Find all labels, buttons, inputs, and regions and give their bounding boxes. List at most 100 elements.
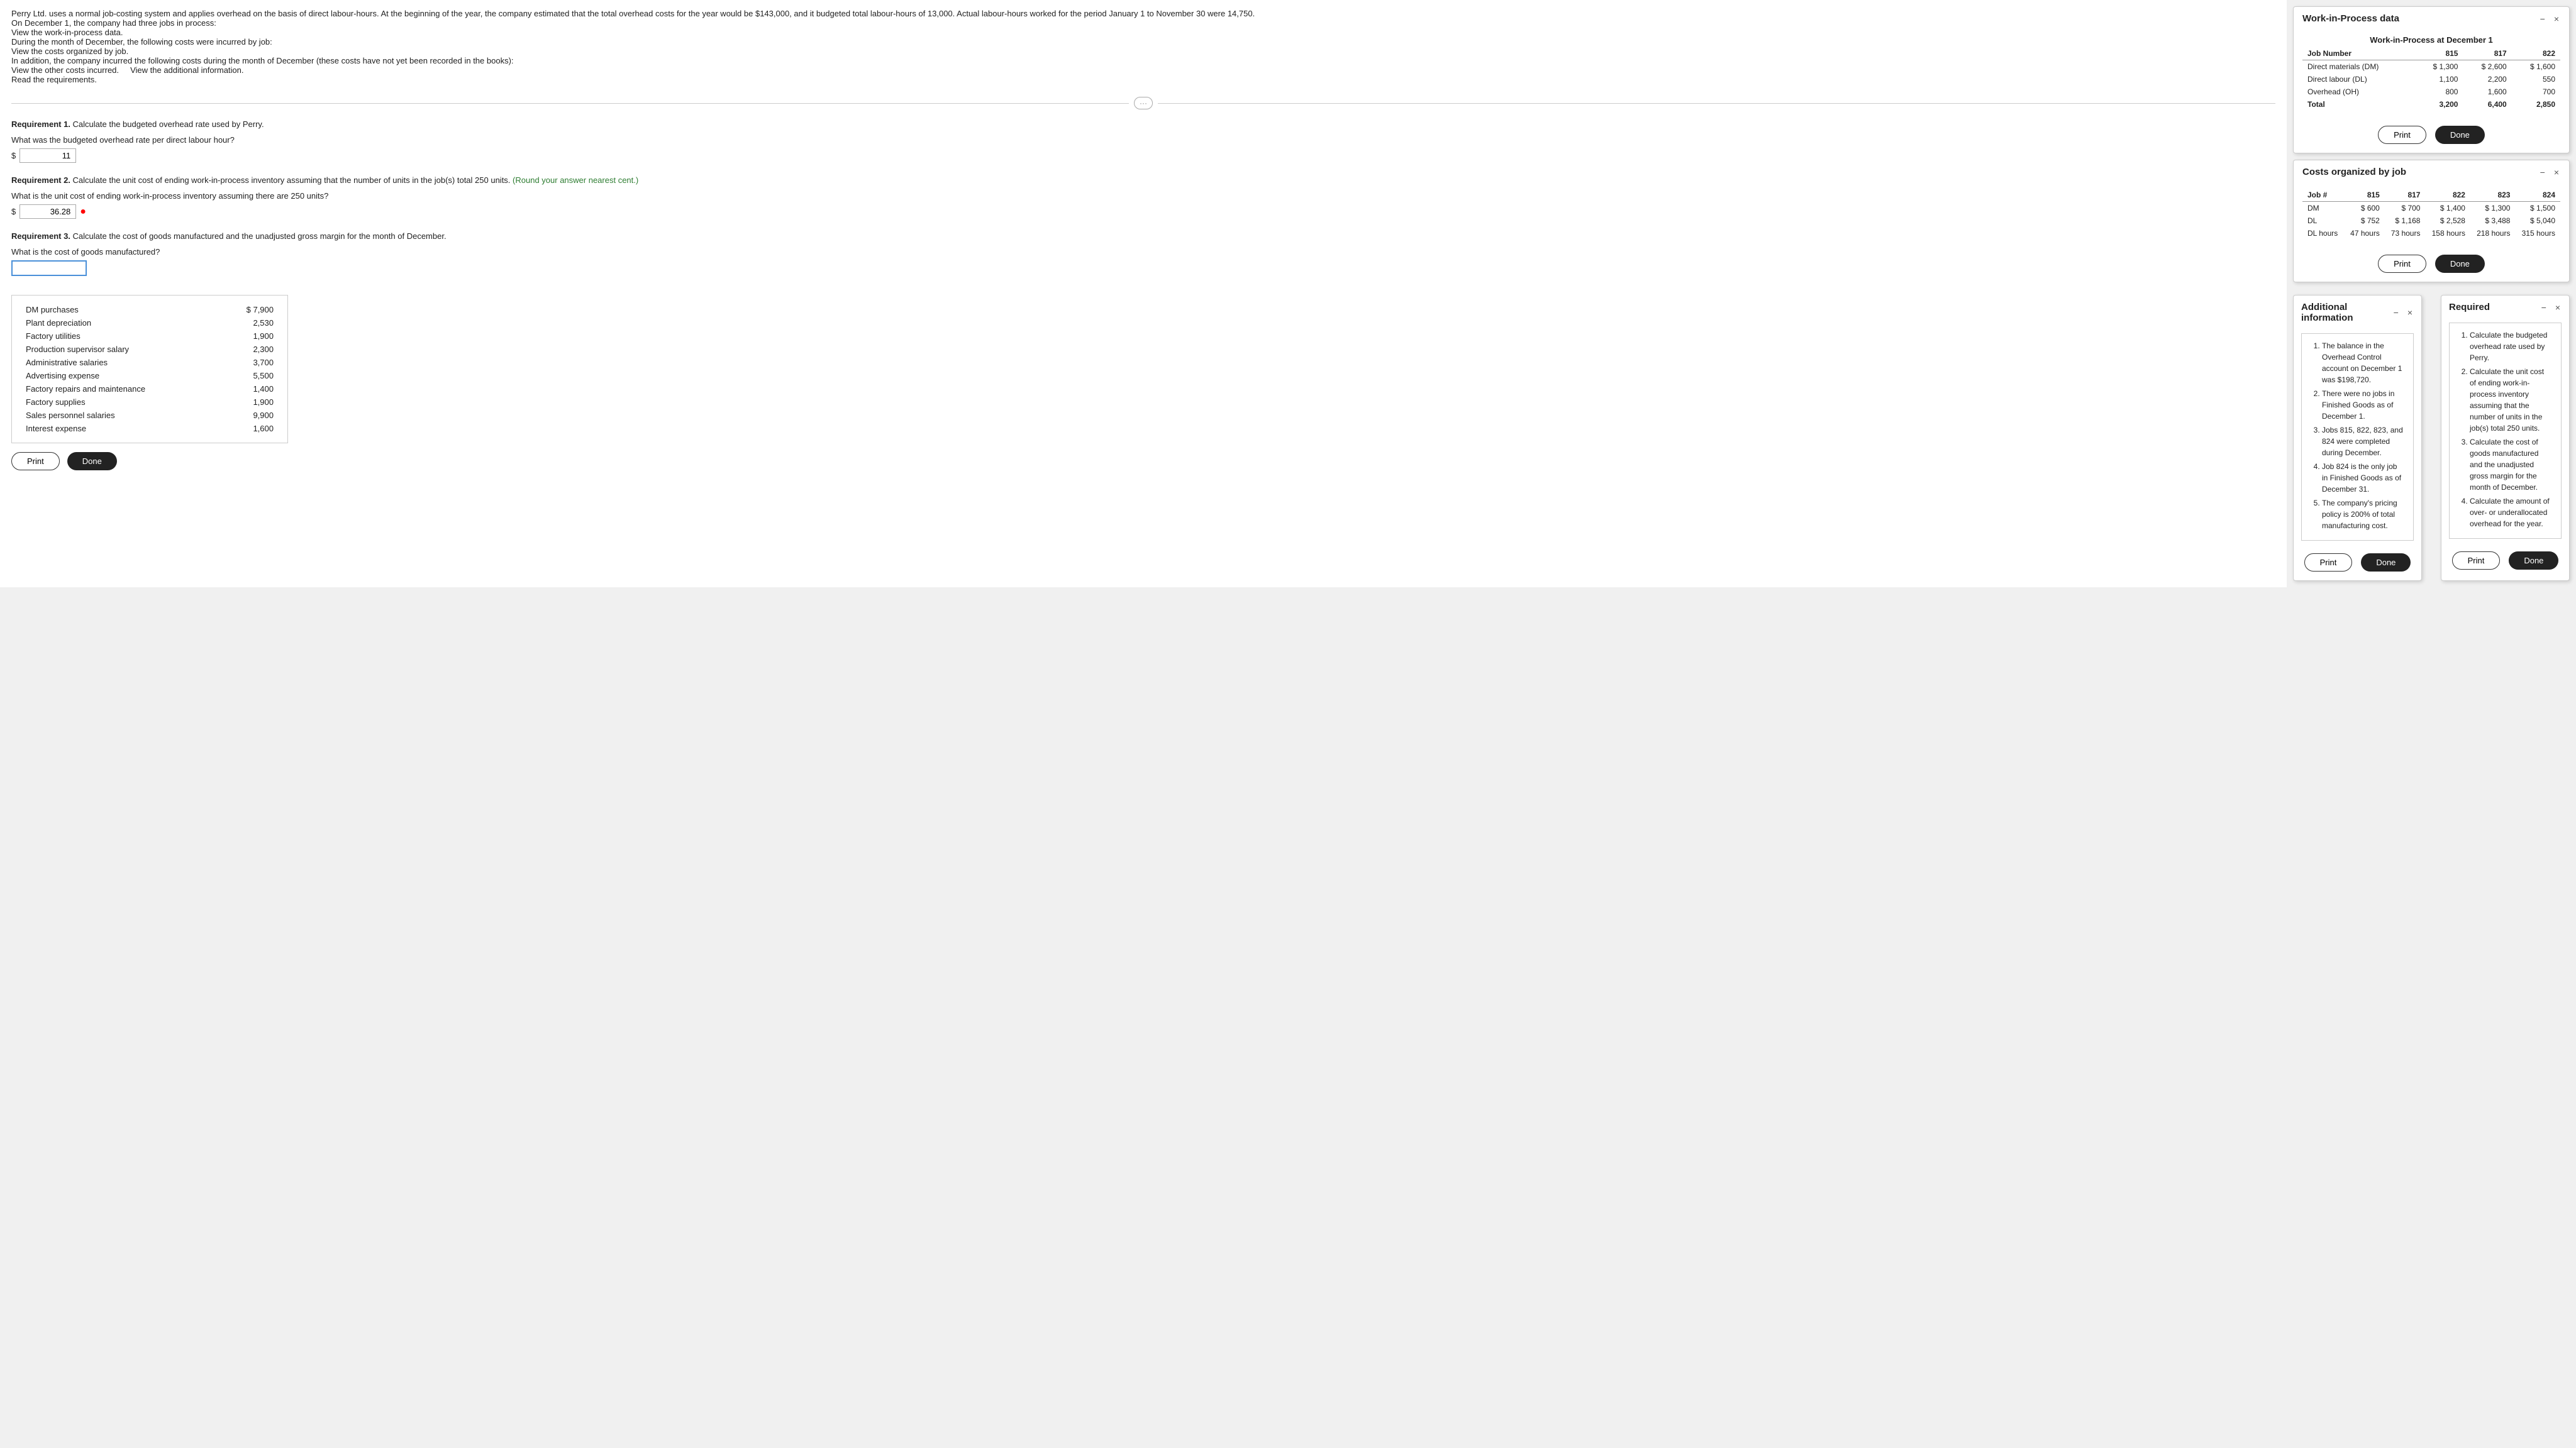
other-costs-label: Production supervisor salary: [22, 343, 223, 356]
link-additional-info[interactable]: View the additional information.: [130, 65, 243, 75]
other-costs-value: 5,500: [223, 369, 277, 382]
costs-row-value: $ 1,400: [2425, 202, 2470, 215]
other-costs-row: Interest expense1,600: [22, 422, 277, 435]
req1-question: What was the budgeted overhead rate per …: [11, 135, 2275, 145]
req1-answer-input[interactable]: [19, 148, 76, 163]
wip-panel-controls: − ×: [2539, 14, 2560, 24]
wip-row-label: Direct materials (DM): [2302, 60, 2414, 74]
costs-print-button[interactable]: Print: [2378, 255, 2426, 273]
additional-panel-header: Additional information − ×: [2294, 296, 2421, 328]
req3-label: Requirement 3.: [11, 231, 70, 241]
additional-info-box: The balance in the Overhead Control acco…: [2301, 333, 2414, 541]
link-requirements[interactable]: Read the requirements.: [11, 75, 97, 84]
other-costs-row: Factory supplies1,900: [22, 395, 277, 409]
required-items-list: Calculate the budgeted overhead rate use…: [2458, 329, 2552, 529]
other-costs-label: Interest expense: [22, 422, 223, 435]
req2-answer-input[interactable]: [19, 204, 76, 219]
wip-close-button[interactable]: ×: [2553, 14, 2560, 24]
wip-col-817: 817: [2463, 47, 2511, 60]
req3-question: What is the cost of goods manufactured?: [11, 247, 2275, 257]
link-other-costs[interactable]: View the other costs incurred.: [11, 65, 119, 75]
wip-row-value: 2,850: [2512, 98, 2560, 111]
other-costs-row: Advertising expense5,500: [22, 369, 277, 382]
wip-row-value: 550: [2512, 73, 2560, 86]
other-costs-label: Advertising expense: [22, 369, 223, 382]
costs-row-label: DL hours: [2302, 227, 2344, 240]
bottom-left-print-button[interactable]: Print: [11, 452, 60, 470]
costs-close-button[interactable]: ×: [2553, 167, 2560, 177]
other-costs-value: 1,900: [223, 395, 277, 409]
required-print-button[interactable]: Print: [2452, 551, 2501, 570]
costs-row-value: 158 hours: [2425, 227, 2470, 240]
left-panel: Perry Ltd. uses a normal job-costing sys…: [0, 0, 2287, 587]
wip-done-button[interactable]: Done: [2435, 126, 2485, 144]
wip-data-table: Work-in-Process at December 1 Job Number…: [2302, 35, 2560, 111]
divider-bar: ···: [11, 97, 2275, 109]
other-costs-value: 2,530: [223, 316, 277, 329]
other-costs-table: DM purchases$ 7,900Plant depreciation2,5…: [22, 303, 277, 435]
req2-label: Requirement 2.: [11, 175, 70, 185]
other-costs-value: 3,700: [223, 356, 277, 369]
costs-row-value: 218 hours: [2470, 227, 2516, 240]
req1-input-area: $: [11, 148, 2275, 163]
additional-print-button[interactable]: Print: [2304, 553, 2353, 572]
req2-input-area: $ ●: [11, 204, 2275, 219]
requirement-3-section: Requirement 3. Calculate the cost of goo…: [11, 231, 2275, 276]
costs-row-value: $ 1,168: [2385, 214, 2426, 227]
other-costs-row: Factory repairs and maintenance1,400: [22, 382, 277, 395]
link-costs[interactable]: View the costs organized by job.: [11, 47, 128, 56]
required-minimize-button[interactable]: −: [2540, 302, 2548, 312]
additional-panel-content: The balance in the Overhead Control acco…: [2294, 328, 2421, 547]
costs-panel: Costs organized by job − × Job #81581782…: [2293, 160, 2570, 282]
other-costs-value: 1,600: [223, 422, 277, 435]
req3-answer-input[interactable]: [11, 260, 87, 276]
bottom-left-done-button[interactable]: Done: [67, 452, 117, 470]
costs-col-header: 815: [2344, 189, 2385, 202]
intro-section: Perry Ltd. uses a normal job-costing sys…: [11, 9, 2275, 84]
costs-row-value: $ 3,488: [2470, 214, 2516, 227]
intro-paragraph1: Perry Ltd. uses a normal job-costing sys…: [11, 9, 2275, 18]
costs-col-header: Job #: [2302, 189, 2344, 202]
costs-col-header: 823: [2470, 189, 2516, 202]
req2-question: What is the unit cost of ending work-in-…: [11, 191, 2275, 201]
required-panel-header: Required − ×: [2441, 296, 2569, 318]
wip-row-value: 1,100: [2414, 73, 2463, 86]
other-costs-label: Administrative salaries: [22, 356, 223, 369]
wip-minimize-button[interactable]: −: [2539, 14, 2546, 24]
required-info-box: Calculate the budgeted overhead rate use…: [2449, 323, 2562, 539]
additional-minimize-button[interactable]: −: [2392, 307, 2400, 318]
additional-items-list: The balance in the Overhead Control acco…: [2311, 340, 2404, 531]
costs-panel-header: Costs organized by job − ×: [2294, 160, 2569, 182]
wip-row-value: 6,400: [2463, 98, 2511, 111]
wip-row-value: $ 1,300: [2414, 60, 2463, 74]
wip-row-label: Direct labour (DL): [2302, 73, 2414, 86]
costs-row-value: 73 hours: [2385, 227, 2426, 240]
required-close-button[interactable]: ×: [2554, 302, 2562, 312]
link-wip[interactable]: View the work-in-process data.: [11, 28, 123, 37]
additional-close-button[interactable]: ×: [2406, 307, 2414, 318]
page-wrapper: Perry Ltd. uses a normal job-costing sys…: [0, 0, 2576, 587]
costs-row-label: DL: [2302, 214, 2344, 227]
req2-dollar: $: [11, 207, 16, 216]
divider-dots: ···: [1134, 97, 1153, 109]
wip-print-button[interactable]: Print: [2378, 126, 2426, 144]
costs-row-value: $ 5,040: [2515, 214, 2560, 227]
costs-col-header: 822: [2425, 189, 2470, 202]
wip-row-value: 2,200: [2463, 73, 2511, 86]
costs-row-label: DM: [2302, 202, 2344, 215]
right-panels-area: Work-in-Process data − × Work-in-Process…: [2287, 0, 2576, 587]
wip-col-815: 815: [2414, 47, 2463, 60]
required-panel-content: Calculate the budgeted overhead rate use…: [2441, 318, 2569, 545]
additional-item-2: There were no jobs in Finished Goods as …: [2322, 388, 2404, 422]
bottom-right-panels: Additional information − × The balance i…: [2287, 289, 2576, 587]
costs-col-header: 817: [2385, 189, 2426, 202]
costs-done-button[interactable]: Done: [2435, 255, 2485, 273]
required-done-button[interactable]: Done: [2509, 551, 2558, 570]
req2-text: Calculate the unit cost of ending work-i…: [73, 175, 511, 185]
costs-minimize-button[interactable]: −: [2539, 167, 2546, 177]
additional-done-button[interactable]: Done: [2361, 553, 2411, 572]
required-item-1: Calculate the budgeted overhead rate use…: [2470, 329, 2552, 363]
other-costs-row: Sales personnel salaries9,900: [22, 409, 277, 422]
other-costs-row: Production supervisor salary2,300: [22, 343, 277, 356]
wip-row-value: 3,200: [2414, 98, 2463, 111]
